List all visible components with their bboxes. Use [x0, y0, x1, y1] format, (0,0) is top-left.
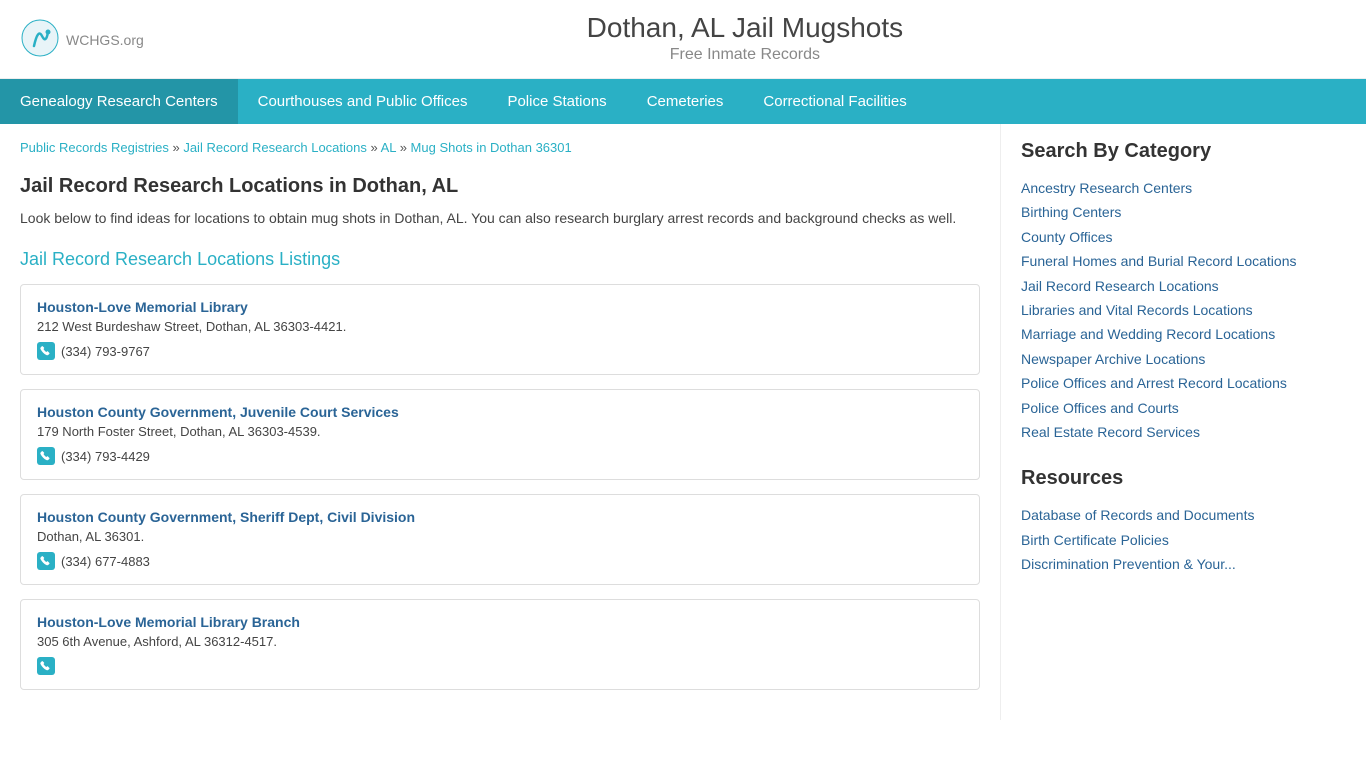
sidebar-resource-1[interactable]: Database of Records and Documents	[1021, 504, 1300, 526]
nav-courthouses[interactable]: Courthouses and Public Offices	[238, 79, 488, 124]
listings-title: Jail Record Research Locations Listings	[20, 249, 980, 270]
phone-svg-3	[40, 555, 52, 567]
phone-icon-2	[37, 447, 55, 465]
sidebar-link-jail[interactable]: Jail Record Research Locations	[1021, 275, 1300, 297]
sidebar-category-heading: Search By Category	[1021, 140, 1300, 163]
nav-genealogy[interactable]: Genealogy Research Centers	[0, 79, 238, 124]
sidebar-resource-2[interactable]: Birth Certificate Policies	[1021, 529, 1300, 551]
phone-icon-3	[37, 552, 55, 570]
listing-phone-1: (334) 793-9767	[37, 342, 963, 360]
page-title: Jail Record Research Locations in Dothan…	[20, 175, 980, 198]
main-nav: Genealogy Research Centers Courthouses a…	[0, 79, 1366, 124]
listing-card-4: Houston-Love Memorial Library Branch 305…	[20, 599, 980, 690]
sidebar-link-police-courts[interactable]: Police Offices and Courts	[1021, 397, 1300, 419]
listing-name-3[interactable]: Houston County Government, Sheriff Dept,…	[37, 509, 963, 525]
nav-police[interactable]: Police Stations	[487, 79, 626, 124]
breadcrumb: Public Records Registries » Jail Record …	[20, 140, 980, 155]
phone-svg-2	[40, 450, 52, 462]
nav-cemeteries[interactable]: Cemeteries	[627, 79, 744, 124]
phone-svg-4	[40, 660, 52, 672]
listing-name-2[interactable]: Houston County Government, Juvenile Cour…	[37, 404, 963, 420]
listing-card-3: Houston County Government, Sheriff Dept,…	[20, 494, 980, 585]
breadcrumb-link-4[interactable]: Mug Shots in Dothan 36301	[411, 140, 572, 155]
sidebar-link-libraries[interactable]: Libraries and Vital Records Locations	[1021, 299, 1300, 321]
listing-name-4[interactable]: Houston-Love Memorial Library Branch	[37, 614, 963, 630]
sidebar-resources-heading: Resources	[1021, 467, 1300, 490]
listing-address-4: 305 6th Avenue, Ashford, AL 36312-4517.	[37, 634, 963, 649]
phone-icon-4	[37, 657, 55, 675]
page-container: Public Records Registries » Jail Record …	[0, 124, 1366, 720]
breadcrumb-link-3[interactable]: AL	[381, 140, 396, 155]
site-header: WCHGS.org Dothan, AL Jail Mugshots Free …	[0, 0, 1366, 79]
site-title: Dothan, AL Jail Mugshots	[144, 12, 1346, 44]
sidebar-resource-3[interactable]: Discrimination Prevention & Your...	[1021, 553, 1300, 575]
site-subtitle: Free Inmate Records	[144, 46, 1346, 64]
sidebar-link-funeral[interactable]: Funeral Homes and Burial Record Location…	[1021, 250, 1300, 272]
sidebar-link-newspaper[interactable]: Newspaper Archive Locations	[1021, 348, 1300, 370]
listing-phone-4	[37, 657, 963, 675]
page-desc: Look below to find ideas for locations t…	[20, 208, 980, 229]
sidebar-link-county[interactable]: County Offices	[1021, 226, 1300, 248]
sidebar-link-realestate[interactable]: Real Estate Record Services	[1021, 421, 1300, 443]
sidebar-link-birthing[interactable]: Birthing Centers	[1021, 201, 1300, 223]
listing-address-3: Dothan, AL 36301.	[37, 529, 963, 544]
sidebar-link-police-arrest[interactable]: Police Offices and Arrest Record Locatio…	[1021, 372, 1300, 394]
sidebar-link-ancestry[interactable]: Ancestry Research Centers	[1021, 177, 1300, 199]
listing-card-2: Houston County Government, Juvenile Cour…	[20, 389, 980, 480]
breadcrumb-link-2[interactable]: Jail Record Research Locations	[183, 140, 367, 155]
breadcrumb-link-1[interactable]: Public Records Registries	[20, 140, 169, 155]
phone-svg-1	[40, 345, 52, 357]
listing-phone-2: (334) 793-4429	[37, 447, 963, 465]
sidebar-categories: Search By Category Ancestry Research Cen…	[1021, 140, 1300, 443]
logo-icon	[20, 18, 60, 58]
phone-icon-1	[37, 342, 55, 360]
logo-text: WCHGS.org	[66, 25, 144, 51]
nav-correctional[interactable]: Correctional Facilities	[743, 79, 926, 124]
listing-phone-3: (334) 677-4883	[37, 552, 963, 570]
sidebar-resources: Resources Database of Records and Docume…	[1021, 467, 1300, 575]
listing-name-1[interactable]: Houston-Love Memorial Library	[37, 299, 963, 315]
sidebar-link-marriage[interactable]: Marriage and Wedding Record Locations	[1021, 323, 1300, 345]
listing-address-1: 212 West Burdeshaw Street, Dothan, AL 36…	[37, 319, 963, 334]
logo[interactable]: WCHGS.org	[20, 18, 144, 58]
sidebar: Search By Category Ancestry Research Cen…	[1000, 124, 1320, 720]
listing-address-2: 179 North Foster Street, Dothan, AL 3630…	[37, 424, 963, 439]
listing-card-1: Houston-Love Memorial Library 212 West B…	[20, 284, 980, 375]
main-content: Public Records Registries » Jail Record …	[0, 124, 1000, 720]
